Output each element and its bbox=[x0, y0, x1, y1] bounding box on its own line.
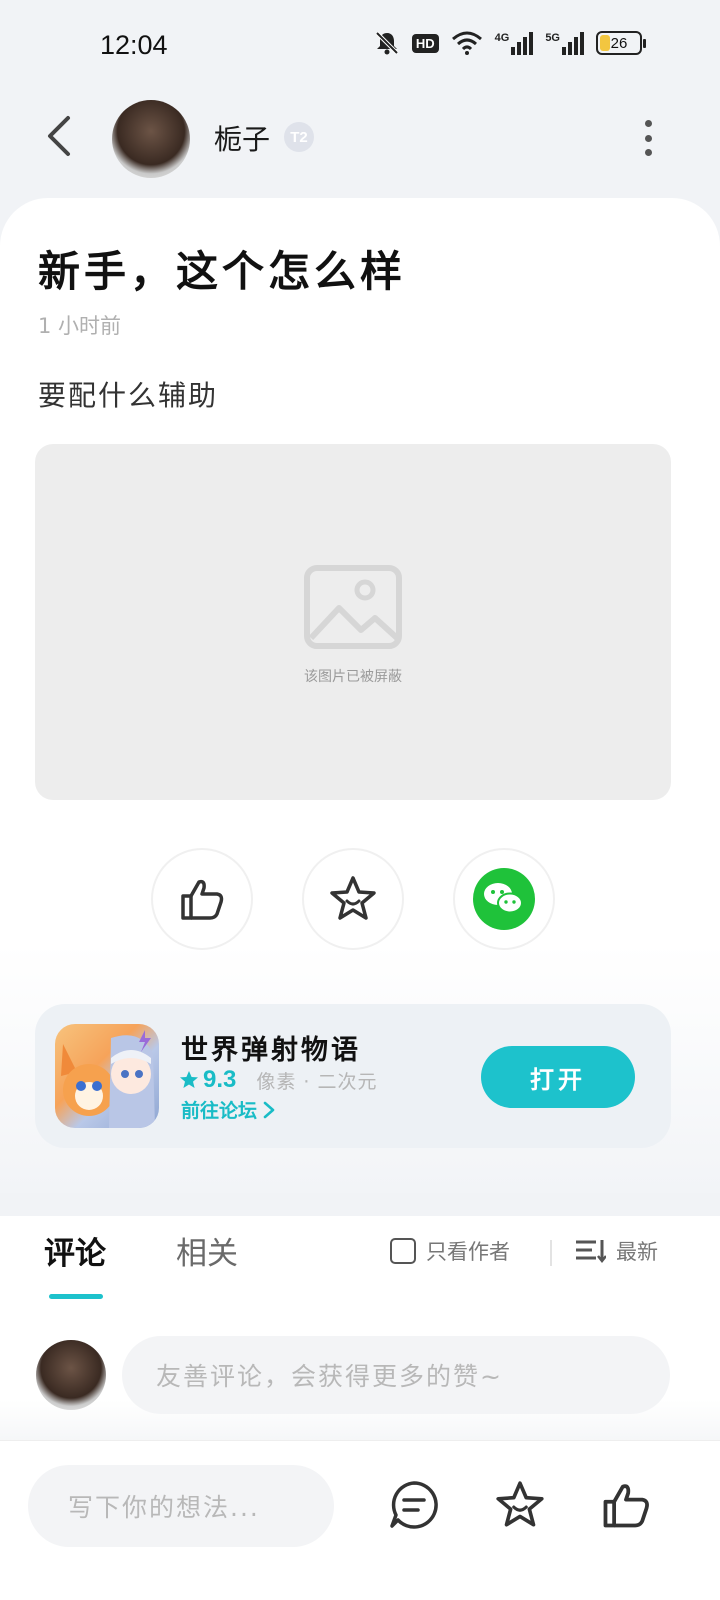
chevron-right-icon bbox=[263, 1101, 275, 1118]
author-name[interactable]: 栀子 bbox=[214, 118, 270, 158]
tab-comments[interactable]: 评论 bbox=[44, 1228, 106, 1273]
post-time: 1 小时前 bbox=[38, 314, 122, 338]
post-title: 新手，这个怎么样 bbox=[38, 247, 407, 296]
signal-5g-icon: 5G bbox=[545, 31, 584, 55]
thumbs-up-icon bbox=[181, 879, 224, 920]
signal-4g-icon: 4G bbox=[495, 31, 534, 55]
star-icon bbox=[496, 1481, 544, 1527]
bottom-like-button[interactable] bbox=[598, 1477, 654, 1533]
game-card[interactable]: 世界弹射物语 9.3 像素 · 二次元 前往论坛 打开 bbox=[35, 1004, 671, 1148]
post-body: 要配什么辅助 bbox=[38, 379, 219, 412]
game-rating: 9.3 像素 · 二次元 bbox=[179, 1066, 378, 1094]
bell-muted-icon bbox=[375, 31, 399, 55]
status-time: 12:04 bbox=[100, 30, 168, 60]
more-options-icon[interactable] bbox=[642, 120, 654, 156]
rating-value: 9.3 bbox=[203, 1066, 237, 1093]
back-arrow-icon[interactable] bbox=[40, 114, 80, 158]
image-placeholder-icon bbox=[304, 565, 402, 649]
game-title: 世界弹射物语 bbox=[181, 1035, 361, 1066]
blocked-image[interactable]: 该图片已被屏蔽 bbox=[35, 444, 671, 800]
level-badge: T2 bbox=[284, 122, 314, 152]
sort-icon bbox=[576, 1240, 606, 1264]
battery-icon: 26 bbox=[596, 31, 646, 55]
open-game-button[interactable]: 打开 bbox=[481, 1046, 635, 1108]
author-avatar[interactable] bbox=[112, 100, 190, 178]
hd-icon: HD bbox=[411, 33, 439, 53]
status-icons: HD 4G 5G 26 bbox=[374, 30, 646, 56]
like-button[interactable] bbox=[151, 848, 253, 950]
sort-button[interactable]: 最新 bbox=[574, 1236, 658, 1266]
post-header: 栀子 T2 bbox=[0, 96, 720, 196]
wechat-icon bbox=[473, 868, 535, 930]
status-bar: 12:04 HD 4G 5G 26 bbox=[0, 0, 720, 96]
author-only-filter[interactable]: 只看作者 bbox=[390, 1236, 510, 1266]
star-icon bbox=[330, 876, 376, 920]
favorite-button[interactable] bbox=[302, 848, 404, 950]
game-art-icon bbox=[61, 1030, 155, 1128]
wifi-icon bbox=[451, 31, 482, 55]
game-tags: 像素 · 二次元 bbox=[256, 1070, 378, 1093]
thumbs-up-icon bbox=[603, 1484, 649, 1528]
author-only-label: 只看作者 bbox=[426, 1240, 510, 1264]
divider bbox=[550, 1240, 552, 1266]
author-only-checkbox[interactable] bbox=[390, 1238, 416, 1264]
forum-link-label: 前往论坛 bbox=[181, 1100, 258, 1122]
game-app-icon[interactable] bbox=[55, 1024, 159, 1128]
tab-related[interactable]: 相关 bbox=[176, 1228, 238, 1273]
chat-bubble-icon bbox=[390, 1481, 438, 1529]
sort-label: 最新 bbox=[616, 1240, 658, 1264]
thought-input[interactable]: 写下你的想法... bbox=[28, 1465, 334, 1547]
blocked-image-text: 该图片已被屏蔽 bbox=[304, 669, 402, 685]
rating-star-icon bbox=[180, 1071, 198, 1088]
post-card: 新手，这个怎么样 1 小时前 要配什么辅助 该图片已被屏蔽 世界弹射物语 9.3… bbox=[0, 198, 720, 1193]
tab-indicator bbox=[49, 1294, 103, 1299]
comment-button[interactable] bbox=[386, 1477, 442, 1533]
forum-link[interactable]: 前往论坛 bbox=[181, 1096, 275, 1123]
share-wechat-button[interactable] bbox=[453, 848, 555, 950]
bottom-favorite-button[interactable] bbox=[492, 1477, 548, 1533]
bottom-bar: 写下你的想法... bbox=[0, 1440, 720, 1600]
